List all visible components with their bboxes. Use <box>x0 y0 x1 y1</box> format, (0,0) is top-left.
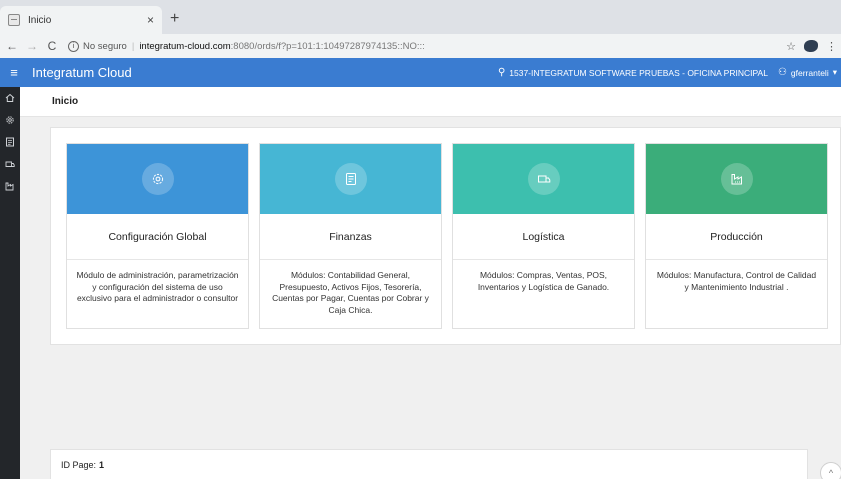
card-icon-circle <box>720 163 753 195</box>
card-title: Producción <box>646 214 827 260</box>
modules-region: Configuración Global Módulo de administr… <box>50 127 841 345</box>
truck-icon <box>5 161 15 167</box>
factory-icon <box>5 182 14 191</box>
truck-icon <box>537 175 550 183</box>
factory-icon <box>731 174 742 185</box>
favicon-icon <box>8 14 20 26</box>
forward-button[interactable]: → <box>24 39 40 53</box>
bookmark-star-icon[interactable]: ☆ <box>786 40 796 53</box>
card-title: Configuración Global <box>67 214 248 260</box>
url-separator: | <box>131 40 135 52</box>
card-band <box>260 144 441 214</box>
sidebar-item-produccion[interactable] <box>0 175 20 197</box>
sidebar-item-home[interactable] <box>0 87 20 109</box>
scroll-top-button[interactable]: ^ <box>820 462 841 479</box>
gear-icon <box>6 116 14 124</box>
extension-icon[interactable] <box>804 40 818 52</box>
card-icon-circle <box>141 163 174 195</box>
module-card-produccion[interactable]: Producción Módulos: Manufactura, Control… <box>645 143 828 329</box>
user-name[interactable]: gferranteli <box>791 68 829 78</box>
card-band <box>646 144 827 214</box>
app-header: ≡ Integratum Cloud ⚲ 1537-INTEGRATUM SOF… <box>0 58 841 87</box>
page-footer: ID Page: 1 <box>50 449 808 479</box>
module-card-logistica[interactable]: Logística Módulos: Compras, Ventas, POS,… <box>452 143 635 329</box>
card-icon-circle <box>334 163 367 195</box>
url-host: integratum-cloud.com <box>139 40 231 52</box>
ledger-icon <box>345 173 356 185</box>
address-bar: ← → C i No seguro | integratum-cloud.com… <box>0 34 841 58</box>
sidebar-item-logistica[interactable] <box>0 153 20 175</box>
page-id-value: 1 <box>99 459 105 470</box>
url-path: :8080/ords/f?p=101:1:10497287974135::NO:… <box>230 40 425 52</box>
ledger-icon <box>6 137 14 147</box>
breadcrumb: Inicio <box>20 87 841 117</box>
card-description: Módulos: Compras, Ventas, POS, Inventari… <box>477 270 610 292</box>
card-description: Módulos: Manufactura, Control de Calidad… <box>656 270 817 292</box>
info-icon[interactable]: i <box>68 40 79 52</box>
reload-button[interactable]: C <box>44 39 60 53</box>
page-id-label: ID Page: <box>61 459 97 470</box>
sidebar <box>0 87 20 479</box>
browser-tab[interactable]: Inicio × <box>0 6 162 34</box>
user-caret-icon[interactable]: ▾ <box>833 67 837 78</box>
sidebar-item-config[interactable] <box>0 109 20 131</box>
url-field[interactable]: i No seguro | integratum-cloud.com :8080… <box>68 36 786 56</box>
sidebar-item-finanzas[interactable] <box>0 131 20 153</box>
module-card-configuracion[interactable]: Configuración Global Módulo de administr… <box>66 143 249 329</box>
back-button[interactable]: ← <box>4 39 20 53</box>
module-card-finanzas[interactable]: Finanzas Módulos: Contabilidad General, … <box>259 143 442 329</box>
tab-title: Inicio <box>28 14 52 26</box>
user-icon: ⚇ <box>777 67 787 78</box>
hamburger-menu-icon[interactable]: ≡ <box>0 65 28 80</box>
browser-tab-bar: Inicio × + <box>0 0 841 34</box>
card-description: Módulos: Contabilidad General, Presupues… <box>272 270 429 315</box>
card-icon-circle <box>527 163 560 195</box>
organization-icon: ⚲ <box>497 67 506 78</box>
gear-icon <box>152 173 163 185</box>
new-tab-button[interactable]: + <box>170 11 179 27</box>
card-title: Finanzas <box>260 214 441 260</box>
browser-menu-icon[interactable]: ⋮ <box>826 40 837 53</box>
app-title[interactable]: Integratum Cloud <box>32 65 132 80</box>
page-title: Inicio <box>52 96 79 107</box>
organization-label[interactable]: 1537-INTEGRATUM SOFTWARE PRUEBAS - OFICI… <box>509 68 768 78</box>
close-tab-icon[interactable]: × <box>147 13 154 27</box>
card-title: Logística <box>453 214 634 260</box>
security-label: No seguro <box>83 40 127 52</box>
card-band <box>67 144 248 214</box>
home-icon <box>5 93 15 102</box>
card-description: Módulo de administración, parametrizació… <box>76 270 239 303</box>
card-band <box>453 144 634 214</box>
